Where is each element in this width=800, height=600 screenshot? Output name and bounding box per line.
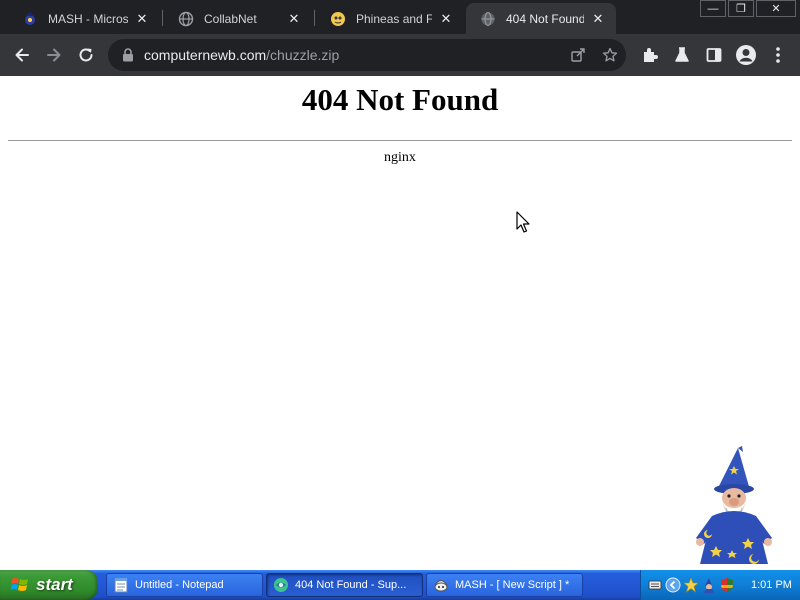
forward-icon[interactable]: [42, 43, 66, 67]
keyboard-icon[interactable]: [647, 577, 663, 593]
tab-title: Phineas and Ferb: [356, 11, 432, 26]
system-tray: 1:01 PM: [640, 570, 800, 600]
url-text[interactable]: computernewb.com/chuzzle.zip: [144, 47, 339, 63]
globe-icon: [480, 11, 496, 27]
tab-phineas[interactable]: Phineas and Ferb ✕: [316, 3, 464, 34]
divider: [8, 140, 792, 141]
window-controls: — ❐ ✕: [700, 0, 800, 18]
browser-toolbar: computernewb.com/chuzzle.zip: [0, 34, 800, 76]
taskbar: start Untitled - Notepad 404 Not Found -…: [0, 570, 800, 600]
phineas-icon: [330, 11, 346, 27]
task-notepad[interactable]: Untitled - Notepad: [106, 573, 263, 597]
share-icon[interactable]: [568, 45, 588, 65]
mouse-cursor-icon: [516, 211, 530, 233]
close-window-button[interactable]: ✕: [756, 0, 796, 17]
page-title: 404 Not Found: [301, 82, 499, 117]
browser-icon: [273, 577, 289, 593]
url-path: /chuzzle.zip: [266, 47, 340, 63]
menu-kebab-icon[interactable]: [766, 43, 790, 67]
task-label: MASH - [ New Script ] *: [455, 579, 570, 591]
wizard-agent-icon[interactable]: [701, 577, 717, 593]
close-tab-icon[interactable]: ✕: [286, 11, 302, 27]
side-panel-icon[interactable]: [702, 43, 726, 67]
mash-icon: [22, 11, 38, 27]
minimize-button[interactable]: —: [700, 0, 726, 17]
clock[interactable]: 1:01 PM: [751, 579, 792, 591]
page-content: 404 Not Found nginx: [0, 76, 800, 570]
tab-strip: MASH - Microsoft ✕ CollabNet ✕ Phineas a…: [0, 0, 800, 34]
start-button[interactable]: start: [0, 570, 98, 600]
start-label: start: [36, 575, 73, 594]
globe-icon: [178, 11, 194, 27]
profile-avatar-icon[interactable]: [734, 43, 758, 67]
task-label: Untitled - Notepad: [135, 579, 224, 591]
tab-separator: [162, 10, 163, 26]
back-icon[interactable]: [10, 43, 34, 67]
collapse-tray-icon[interactable]: [665, 577, 681, 593]
close-tab-icon[interactable]: ✕: [134, 11, 150, 27]
windows-logo-icon: [10, 578, 28, 591]
restore-button[interactable]: ❐: [728, 0, 754, 17]
tab-separator: [314, 10, 315, 26]
agent-star-icon[interactable]: [683, 577, 699, 593]
tab-title: MASH - Microsoft: [48, 11, 128, 26]
task-browser[interactable]: 404 Not Found - Sup...: [266, 573, 423, 597]
lock-icon[interactable]: [120, 47, 136, 63]
tab-title: CollabNet: [204, 11, 257, 26]
notepad-icon: [113, 577, 129, 593]
task-mash[interactable]: MASH - [ New Script ] *: [426, 573, 583, 597]
address-bar[interactable]: computernewb.com/chuzzle.zip: [108, 39, 626, 71]
labs-flask-icon[interactable]: [670, 43, 694, 67]
tab-mash[interactable]: MASH - Microsoft ✕: [8, 3, 160, 34]
extensions-icon[interactable]: [638, 43, 662, 67]
tab-title: 404 Not Found: [506, 11, 584, 26]
merlin-wizard-agent-icon[interactable]: [688, 446, 778, 568]
mash-icon: [433, 577, 449, 593]
security-shield-icon[interactable]: [719, 577, 735, 593]
task-label: 404 Not Found - Sup...: [295, 579, 407, 591]
tab-404-not-found[interactable]: 404 Not Found ✕: [466, 3, 616, 34]
tab-collabnet[interactable]: CollabNet ✕: [164, 3, 312, 34]
close-tab-icon[interactable]: ✕: [590, 11, 606, 27]
url-domain: computernewb.com: [144, 47, 267, 63]
reload-icon[interactable]: [74, 43, 98, 67]
close-tab-icon[interactable]: ✕: [438, 11, 454, 27]
bookmark-star-icon[interactable]: [600, 45, 620, 65]
server-signature: nginx: [384, 150, 416, 165]
